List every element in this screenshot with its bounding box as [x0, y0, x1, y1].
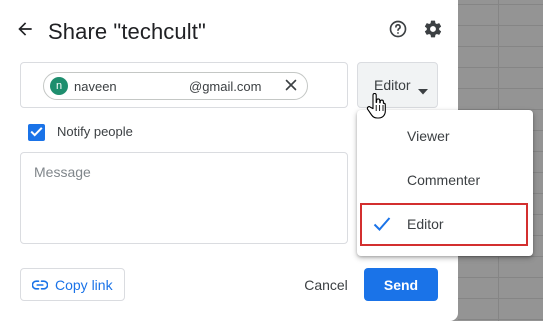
- role-button-label: Editor: [374, 77, 411, 93]
- close-icon: [285, 79, 297, 94]
- remove-recipient-button[interactable]: [283, 78, 299, 94]
- checkmark-icon: [30, 124, 43, 142]
- arrow-left-icon: [15, 19, 35, 44]
- back-button[interactable]: [12, 18, 38, 44]
- notify-people-checkbox[interactable]: [28, 124, 45, 141]
- recipient-chip[interactable]: n naveen @gmail.com: [43, 72, 308, 100]
- recipient-email-domain: @gmail.com: [189, 78, 262, 94]
- notify-people-label: Notify people: [57, 124, 133, 139]
- menu-item-label: Editor: [407, 216, 444, 232]
- send-button[interactable]: Send: [364, 268, 438, 301]
- menu-item-editor[interactable]: Editor: [357, 204, 533, 244]
- recipient-field[interactable]: n naveen @gmail.com: [20, 62, 348, 108]
- help-button[interactable]: [386, 19, 410, 43]
- dialog-title: Share "techcult": [48, 19, 206, 44]
- role-dropdown-menu: Viewer Commenter Editor: [357, 110, 533, 256]
- menu-item-commenter[interactable]: Commenter: [357, 160, 533, 200]
- copy-link-label: Copy link: [55, 276, 113, 293]
- recipient-name: naveen: [74, 78, 117, 94]
- copy-link-button[interactable]: Copy link: [20, 268, 125, 301]
- link-icon: [32, 277, 48, 293]
- menu-item-label: Commenter: [407, 172, 481, 188]
- gear-icon: [423, 19, 443, 44]
- menu-item-viewer[interactable]: Viewer: [357, 116, 533, 156]
- message-textarea[interactable]: Message: [20, 152, 348, 244]
- recipient-avatar: n: [50, 77, 68, 95]
- menu-item-label: Viewer: [407, 128, 450, 144]
- cancel-button[interactable]: Cancel: [297, 268, 355, 301]
- settings-button[interactable]: [421, 19, 445, 43]
- message-placeholder: Message: [34, 164, 91, 180]
- help-circle-icon: [388, 19, 408, 44]
- hand-cursor-icon: [366, 92, 388, 119]
- check-icon: [373, 216, 391, 232]
- caret-down-icon: [418, 82, 428, 98]
